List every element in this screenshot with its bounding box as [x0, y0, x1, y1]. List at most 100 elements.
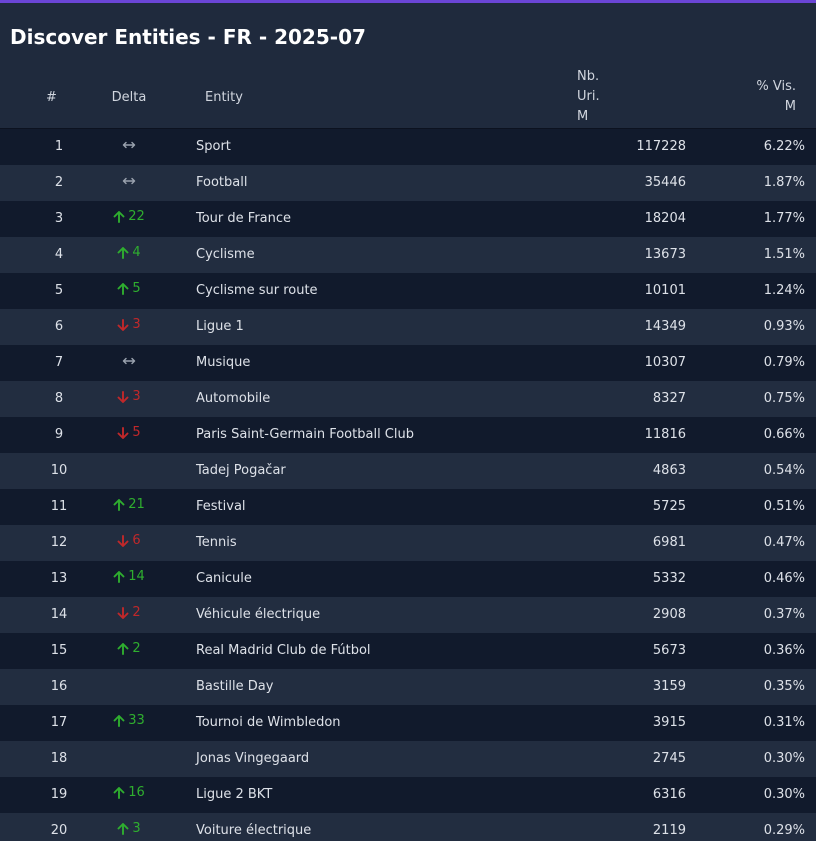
table-row[interactable]: 19 16 Ligue 2 BKT 6316 0.30%: [0, 776, 816, 813]
table-row[interactable]: 18 Jonas Vingegaard 2745 0.30%: [0, 740, 816, 777]
delta-cell: 2: [103, 597, 155, 633]
entity-cell[interactable]: Musique: [155, 345, 576, 381]
column-header-pct-vis-label: % Vis.: [756, 79, 796, 94]
delta-cell: 4: [103, 237, 155, 273]
nb-uri-cell: 6316: [652, 787, 686, 802]
nb-uri-cell: 13673: [644, 247, 686, 262]
delta-indicator: [121, 174, 137, 188]
entity-cell[interactable]: Paris Saint-Germain Football Club: [155, 417, 576, 453]
column-header-delta[interactable]: Delta: [103, 66, 155, 129]
rank-cell: 12: [50, 535, 68, 550]
delta-value: 16: [128, 785, 145, 801]
table-row[interactable]: 3 22 Tour de France 18204 1.77%: [0, 200, 816, 237]
pct-vis-cell: 0.36%: [763, 643, 805, 658]
table-row[interactable]: 8 3 Automobile 8327 0.75%: [0, 380, 816, 417]
nb-uri-cell: 14349: [644, 319, 686, 334]
table-row[interactable]: 6 3 Ligue 1 14349 0.93%: [0, 308, 816, 345]
table-row[interactable]: 7 Musique 10307 0.79%: [0, 344, 816, 381]
arrow-left-right-icon: [122, 177, 135, 184]
rank-cell: 18: [50, 751, 68, 766]
entity-cell[interactable]: Real Madrid Club de Fútbol: [155, 633, 576, 669]
delta-value: 22: [128, 209, 145, 225]
table-row[interactable]: 10 Tadej Pogačar 4863 0.54%: [0, 452, 816, 489]
rank-cell: 2: [54, 175, 64, 190]
arrow-up-icon: [117, 246, 129, 259]
entity-cell[interactable]: Tour de France: [155, 201, 576, 237]
delta-cell: 22: [103, 201, 155, 237]
delta-cell: [103, 345, 155, 381]
entity-cell[interactable]: Bastille Day: [155, 669, 576, 705]
nb-uri-cell: 5673: [652, 643, 686, 658]
nb-uri-cell: 10307: [644, 355, 686, 370]
rank-cell: 7: [54, 355, 64, 370]
column-header-pct-vis[interactable]: % Vis. M: [701, 66, 816, 129]
delta-indicator: 5: [116, 281, 141, 296]
entity-cell[interactable]: Canicule: [155, 561, 576, 597]
pct-vis-cell: 1.24%: [763, 283, 805, 298]
entity-cell[interactable]: Festival: [155, 489, 576, 525]
entity-cell[interactable]: Cyclisme: [155, 237, 576, 273]
arrow-up-icon: [113, 570, 125, 583]
arrow-down-icon: [117, 534, 129, 547]
rank-cell: 3: [54, 211, 64, 226]
table-row[interactable]: 13 14 Canicule 5332 0.46%: [0, 560, 816, 597]
delta-cell: 3: [103, 381, 155, 417]
entity-cell[interactable]: Automobile: [155, 381, 576, 417]
table-row[interactable]: 16 Bastille Day 3159 0.35%: [0, 668, 816, 705]
entity-cell[interactable]: Tennis: [155, 525, 576, 561]
pct-vis-cell: 0.29%: [763, 823, 805, 838]
table-row[interactable]: 2 Football 35446 1.87%: [0, 164, 816, 201]
entity-cell[interactable]: Ligue 1: [155, 309, 576, 345]
entity-cell[interactable]: Ligue 2 BKT: [155, 777, 576, 813]
column-header-nb-uri-label: Nb. Uri.: [577, 69, 600, 104]
table-row[interactable]: 1 Sport 117228 6.22%: [0, 128, 816, 165]
entity-cell[interactable]: Sport: [155, 129, 576, 165]
delta-indicator: 14: [112, 569, 145, 584]
delta-cell: 5: [103, 273, 155, 309]
nb-uri-cell: 5332: [652, 571, 686, 586]
table-row[interactable]: 12 6 Tennis 6981 0.47%: [0, 524, 816, 561]
rank-cell: 15: [50, 643, 68, 658]
column-header-rank[interactable]: #: [0, 66, 103, 129]
arrow-up-icon: [113, 714, 125, 727]
discover-entities-panel: Discover Entities - FR - 2025-07 # Delta…: [0, 0, 816, 841]
arrow-down-icon: [117, 606, 129, 619]
delta-cell: [103, 669, 155, 705]
entity-cell[interactable]: Tournoi de Wimbledon: [155, 705, 576, 741]
entity-cell[interactable]: Tadej Pogačar: [155, 453, 576, 489]
table-row[interactable]: 11 21 Festival 5725 0.51%: [0, 488, 816, 525]
delta-indicator: 3: [116, 821, 141, 836]
pct-vis-cell: 0.93%: [763, 319, 805, 334]
nb-uri-cell: 2745: [652, 751, 686, 766]
table-row[interactable]: 9 5 Paris Saint-Germain Football Club 11816…: [0, 416, 816, 453]
delta-indicator: 2: [116, 641, 141, 656]
rank-cell: 8: [54, 391, 64, 406]
entity-cell[interactable]: Jonas Vingegaard: [155, 741, 576, 777]
entity-cell[interactable]: Voiture électrique: [155, 813, 576, 841]
delta-value: 6: [132, 533, 141, 549]
delta-value: 2: [132, 605, 141, 621]
delta-cell: 3: [103, 813, 155, 841]
nb-uri-cell: 2908: [652, 607, 686, 622]
entities-table-body: 1 Sport 117228 6.22% 2 Football 35446 1.87% 3 22 T…: [0, 128, 816, 841]
delta-indicator: 4: [116, 245, 141, 260]
table-row[interactable]: 20 3 Voiture électrique 2119 0.29%: [0, 812, 816, 841]
delta-value: 3: [132, 389, 141, 405]
table-row[interactable]: 5 5 Cyclisme sur route 10101 1.24%: [0, 272, 816, 309]
entity-cell[interactable]: Cyclisme sur route: [155, 273, 576, 309]
delta-indicator: 16: [112, 785, 145, 800]
column-header-entity[interactable]: Entity: [155, 66, 576, 129]
entity-cell[interactable]: Football: [155, 165, 576, 201]
table-row[interactable]: 15 2 Real Madrid Club de Fútbol 5673 0.36%: [0, 632, 816, 669]
table-row[interactable]: 17 33 Tournoi de Wimbledon 3915 0.31%: [0, 704, 816, 741]
table-row[interactable]: 4 4 Cyclisme 13673 1.51%: [0, 236, 816, 273]
rank-cell: 4: [54, 247, 64, 262]
rank-cell: 11: [50, 499, 68, 514]
delta-cell: 6: [103, 525, 155, 561]
delta-indicator: 22: [112, 209, 145, 224]
column-header-nb-uri[interactable]: Nb. Uri. M: [576, 66, 701, 129]
table-row[interactable]: 14 2 Véhicule électrique 2908 0.37%: [0, 596, 816, 633]
entity-cell[interactable]: Véhicule électrique: [155, 597, 576, 633]
column-header-nb-uri-sub: M: [577, 109, 589, 124]
nb-uri-cell: 8327: [652, 391, 686, 406]
